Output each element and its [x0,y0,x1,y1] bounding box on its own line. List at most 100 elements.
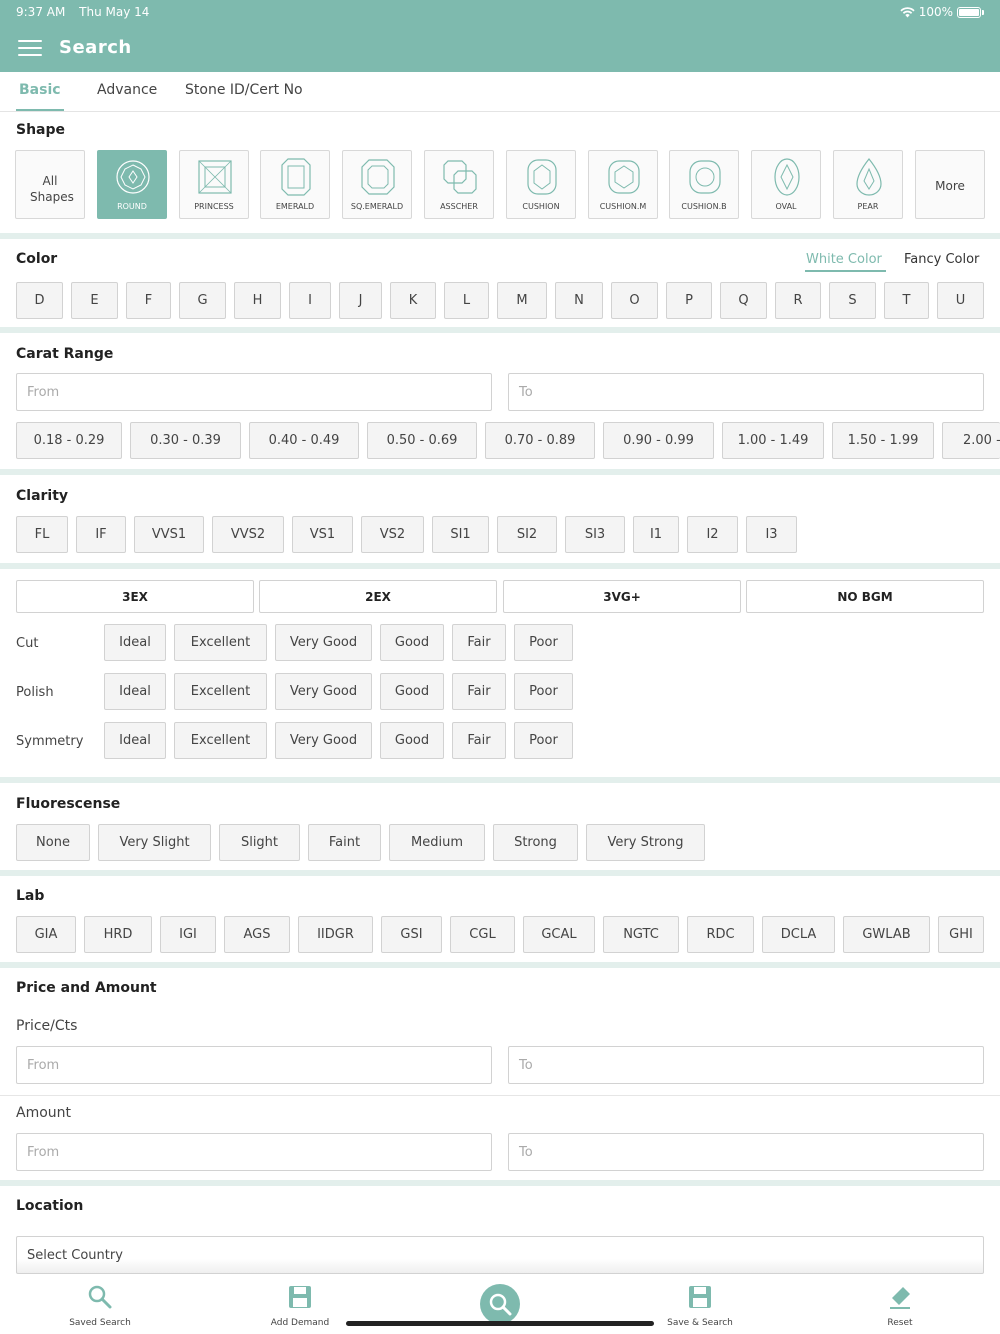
cut-option[interactable]: Very Good [275,624,372,661]
cut-option[interactable]: Ideal [104,624,166,661]
fluorescence-option[interactable]: Very Slight [98,824,211,861]
clarity-option[interactable]: SI3 [565,516,625,553]
color-option[interactable]: K [390,282,436,319]
carat-range-option[interactable]: 0.40 - 0.49 [249,422,359,459]
fluorescence-option[interactable]: Slight [219,824,300,861]
cut-option[interactable]: Poor [514,624,573,661]
shape-more-button[interactable]: More [915,150,985,219]
color-option[interactable]: O [611,282,658,319]
carat-to-input[interactable]: To [508,373,984,411]
clarity-option[interactable]: SI1 [432,516,489,553]
shape-princess-button[interactable]: PRINCESS [179,150,249,219]
color-option[interactable]: J [339,282,382,319]
tab-fancy-color[interactable]: Fancy Color [904,252,979,267]
lab-option[interactable]: NGTC [603,916,679,953]
cut-option[interactable]: Excellent [174,624,267,661]
carat-range-option[interactable]: 2.00 - [942,422,1000,459]
color-option[interactable]: D [16,282,63,319]
price-from-input[interactable]: From [16,1046,492,1084]
color-option[interactable]: T [884,282,929,319]
lab-option[interactable]: GCAL [523,916,595,953]
fluorescence-option[interactable]: Medium [389,824,485,861]
lab-option[interactable]: GIA [16,916,76,953]
polish-option[interactable]: Very Good [275,673,372,710]
fluorescence-option[interactable]: Very Strong [586,824,705,861]
lab-option[interactable]: GWLAB [843,916,930,953]
clarity-option[interactable]: VS2 [361,516,424,553]
clarity-option[interactable]: VS1 [292,516,353,553]
tab-white-color[interactable]: White Color [806,252,882,267]
clarity-option[interactable]: I2 [687,516,738,553]
preset-no-bgm-button[interactable]: NO BGM [746,580,984,613]
lab-option[interactable]: HRD [84,916,152,953]
shape-cushion-button[interactable]: CUSHION [506,150,576,219]
polish-option[interactable]: Good [380,673,444,710]
clarity-option[interactable]: I1 [633,516,679,553]
save-and-search-button[interactable]: Save & Search [650,1284,750,1328]
fluorescence-option[interactable]: Strong [493,824,578,861]
country-select[interactable]: Select Country [16,1236,984,1274]
lab-option[interactable]: RDC [687,916,754,953]
color-option[interactable]: I [289,282,331,319]
clarity-option[interactable]: VVS2 [212,516,284,553]
lab-option[interactable]: IIDGR [298,916,373,953]
carat-range-option[interactable]: 0.90 - 0.99 [603,422,714,459]
shape-pear-button[interactable]: PEAR [833,150,903,219]
clarity-option[interactable]: FL [16,516,68,553]
clarity-option[interactable]: SI2 [497,516,557,553]
polish-option[interactable]: Fair [452,673,506,710]
shape-cushion-m-button[interactable]: CUSHION.M [588,150,658,219]
color-option[interactable]: P [666,282,712,319]
shape-asscher-button[interactable]: ASSCHER [424,150,494,219]
price-to-input[interactable]: To [508,1046,984,1084]
lab-option[interactable]: IGI [160,916,216,953]
lab-option[interactable]: GSI [381,916,442,953]
saved-search-button[interactable]: Saved Search [50,1284,150,1328]
amount-from-input[interactable]: From [16,1133,492,1171]
cut-option[interactable]: Good [380,624,444,661]
shape-cushion-b-button[interactable]: CUSHION.B [669,150,739,219]
color-option[interactable]: H [234,282,281,319]
fluorescence-option[interactable]: None [16,824,90,861]
symmetry-option[interactable]: Ideal [104,722,166,759]
symmetry-option[interactable]: Fair [452,722,506,759]
lab-option[interactable]: CGL [450,916,515,953]
symmetry-option[interactable]: Very Good [275,722,372,759]
color-option[interactable]: R [775,282,821,319]
clarity-option[interactable]: IF [76,516,126,553]
lab-option[interactable]: GHI [938,916,984,953]
symmetry-option[interactable]: Good [380,722,444,759]
color-option[interactable]: N [555,282,603,319]
lab-option[interactable]: AGS [224,916,290,953]
fluorescence-option[interactable]: Faint [308,824,381,861]
carat-range-option[interactable]: 0.70 - 0.89 [485,422,595,459]
shape-emerald-button[interactable]: EMERALD [260,150,330,219]
color-option[interactable]: Q [720,282,767,319]
tab-basic[interactable]: Basic [19,82,61,98]
carat-range-option[interactable]: 0.50 - 0.69 [367,422,477,459]
carat-range-option[interactable]: 0.18 - 0.29 [16,422,122,459]
shape-sq-emerald-button[interactable]: SQ.EMERALD [342,150,412,219]
tab-stone-id[interactable]: Stone ID/Cert No [185,82,303,98]
carat-range-option[interactable]: 0.30 - 0.39 [130,422,241,459]
carat-from-input[interactable]: From [16,373,492,411]
lab-option[interactable]: DCLA [762,916,835,953]
symmetry-option[interactable]: Poor [514,722,573,759]
preset-3vg-button[interactable]: 3VG+ [503,580,741,613]
polish-option[interactable]: Poor [514,673,573,710]
color-option[interactable]: G [179,282,226,319]
tab-advance[interactable]: Advance [97,82,157,98]
hamburger-menu-icon[interactable] [18,40,42,58]
color-option[interactable]: S [829,282,876,319]
amount-to-input[interactable]: To [508,1133,984,1171]
shape-round-button[interactable]: ROUND [97,150,167,219]
carat-range-option[interactable]: 1.50 - 1.99 [832,422,934,459]
color-option[interactable]: M [497,282,547,319]
add-demand-button[interactable]: Add Demand [250,1284,350,1328]
shape-oval-button[interactable]: OVAL [751,150,821,219]
search-fab-button[interactable] [480,1284,520,1324]
carat-range-option[interactable]: 1.00 - 1.49 [722,422,824,459]
preset-3ex-button[interactable]: 3EX [16,580,254,613]
preset-2ex-button[interactable]: 2EX [259,580,497,613]
clarity-option[interactable]: I3 [746,516,797,553]
